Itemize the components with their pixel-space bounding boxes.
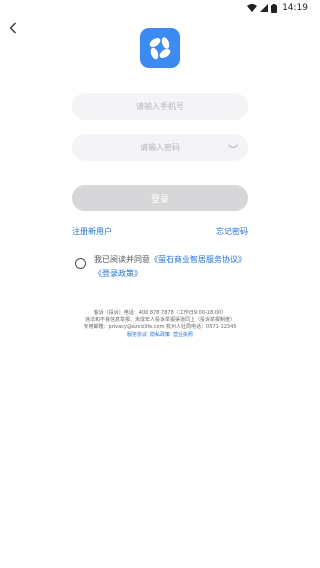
footer-links: 服务协议 隐私政策 营业执照 — [0, 332, 320, 339]
status-time: 14:19 — [282, 3, 308, 13]
battery-icon — [271, 3, 278, 13]
login-page: 14:19 登录 注册新用户 忘记密码 我已阅读并同意《萤石商业智居服务协议》《… — [0, 0, 320, 568]
footer-link-service[interactable]: 服务协议 — [127, 332, 147, 339]
footer-complaint-line: 客诉（投诉）电话：400 878 7878（工作日9:00-18:00） — [93, 310, 227, 316]
phone-field[interactable] — [72, 93, 248, 120]
wifi-icon — [247, 4, 258, 12]
eye-closed-icon[interactable] — [228, 144, 238, 151]
footer-report-line: 违法和不良信息举报、未成年人投诉举报渠道同上（投诉举报制度） — [84, 317, 235, 323]
phone-input[interactable] — [72, 93, 248, 120]
footer-contact-line: 专用邮箱：privacy@ezvizlife.com 杭州人社局电话：0571-… — [83, 324, 237, 330]
register-link[interactable]: 注册新用户 — [72, 226, 112, 237]
chevron-left-icon — [9, 22, 16, 34]
password-input[interactable] — [72, 134, 248, 161]
login-policy-link[interactable]: 《登录政策》 — [94, 269, 142, 278]
password-field[interactable] — [72, 134, 248, 161]
agreement-text: 我已阅读并同意《萤石商业智居服务协议》《登录政策》 — [94, 253, 254, 281]
signal-icon — [260, 4, 269, 12]
back-button[interactable] — [6, 20, 20, 36]
footer-link-privacy[interactable]: 隐私政策 — [150, 332, 170, 339]
login-button[interactable]: 登录 — [72, 185, 248, 211]
footer: 客诉（投诉）电话：400 878 7878（工作日9:00-18:00） 违法和… — [0, 310, 320, 339]
app-logo — [140, 28, 180, 68]
agreement-prefix: 我已阅读并同意 — [94, 255, 150, 264]
forgot-password-link[interactable]: 忘记密码 — [216, 226, 248, 237]
service-agreement-link[interactable]: 《萤石商业智居服务协议》 — [150, 255, 246, 264]
footer-link-license[interactable]: 营业执照 — [173, 332, 193, 339]
agreement-checkbox[interactable] — [75, 258, 86, 269]
status-bar: 14:19 — [0, 0, 320, 16]
ezviz-petal-logo — [149, 37, 171, 60]
